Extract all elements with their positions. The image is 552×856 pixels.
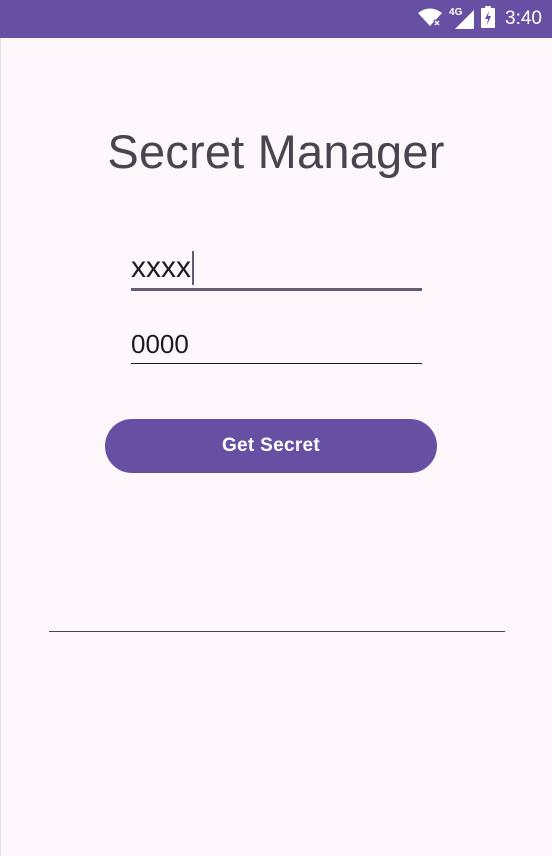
page-title: Secret Manager bbox=[107, 125, 445, 178]
cell-signal-icon: 4G bbox=[449, 7, 475, 31]
app-screen: Secret Manager xxxx 0000 Get Secret bbox=[0, 38, 552, 856]
secret-key-value: xxxx bbox=[131, 251, 191, 284]
wifi-icon bbox=[417, 7, 443, 31]
text-cursor bbox=[192, 251, 194, 285]
battery-charging-icon bbox=[481, 6, 496, 32]
screen-edge bbox=[0, 38, 1, 856]
secret-key-field[interactable]: xxxx bbox=[131, 248, 422, 291]
result-divider bbox=[49, 631, 505, 632]
get-secret-button-label: Get Secret bbox=[221, 435, 321, 456]
status-time: 3:40 bbox=[505, 8, 542, 29]
status-icons: 4G 3:40 bbox=[417, 0, 542, 38]
pin-field[interactable]: 0000 bbox=[131, 326, 422, 364]
pin-input[interactable]: 0000 bbox=[131, 326, 422, 362]
get-secret-button[interactable]: Get Secret bbox=[105, 419, 437, 473]
status-bar: 4G 3:40 bbox=[0, 0, 552, 38]
pin-value: 0000 bbox=[131, 328, 189, 359]
secret-key-input[interactable]: xxxx bbox=[131, 248, 422, 288]
